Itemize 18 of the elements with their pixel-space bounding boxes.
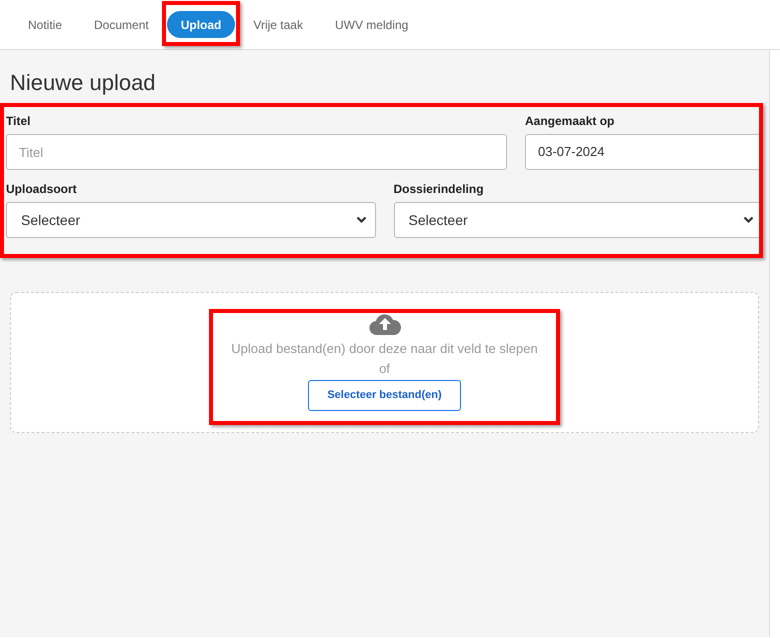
dropzone-instruction: Upload bestand(en) door deze naar dit veld te slepen <box>231 340 538 358</box>
tab[interactable]: Notitie <box>14 11 76 38</box>
tab[interactable]: Document <box>80 11 163 38</box>
tab[interactable]: UWV melding <box>320 11 422 38</box>
select-files-button[interactable]: Selecteer bestand(en) <box>308 380 461 411</box>
cloud-upload-icon <box>368 313 400 335</box>
select-dropdown[interactable]: Selecteer <box>6 202 376 238</box>
field-label: Uploadsoort <box>6 181 78 196</box>
chevron-down-icon <box>356 216 366 224</box>
chevron-down-icon <box>743 216 754 224</box>
field-label: Dossierindeling <box>394 181 485 196</box>
field-label: Titel <box>6 113 32 128</box>
or-text: of <box>379 360 390 378</box>
field-label: Aangemaakt op <box>525 113 616 128</box>
title-input-field[interactable]: Titel <box>6 134 507 170</box>
page-title: Nieuwe upload <box>9 69 157 97</box>
tab[interactable]: Vrije taak <box>239 11 317 38</box>
tab[interactable]: Upload <box>166 11 236 38</box>
